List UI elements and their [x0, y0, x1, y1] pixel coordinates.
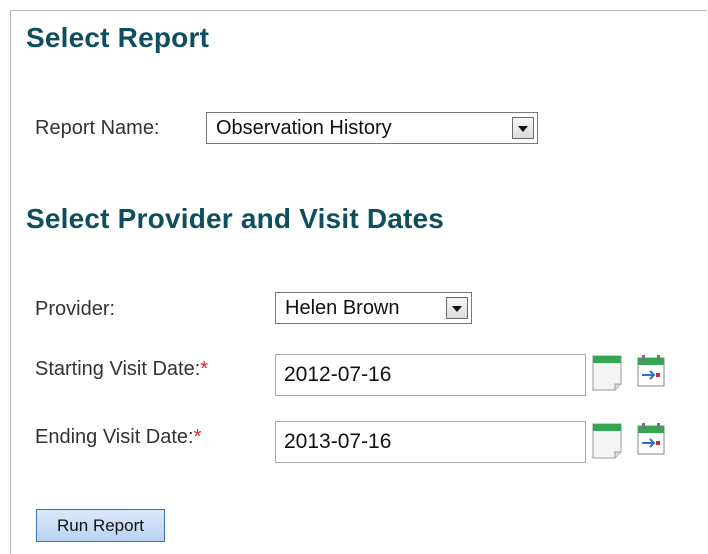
select-provider-heading: Select Provider and Visit Dates [26, 203, 445, 234]
provider-select[interactable]: Helen Brown [275, 292, 472, 324]
calendar-icon[interactable] [590, 420, 624, 460]
provider-label: Provider: [35, 298, 116, 320]
required-marker: * [200, 358, 209, 380]
calendar-today-icon[interactable] [634, 352, 668, 392]
chevron-down-icon[interactable] [446, 297, 468, 319]
end-date-label-text: Ending Visit Date: [35, 426, 194, 448]
required-marker: * [193, 426, 202, 448]
report-panel [10, 10, 707, 554]
start-date-label-text: Starting Visit Date: [35, 358, 201, 380]
end-date-label: Ending Visit Date:* [35, 426, 201, 449]
run-report-button[interactable]: Run Report [36, 509, 165, 542]
chevron-down-icon[interactable] [512, 117, 534, 139]
start-date-input[interactable] [275, 354, 586, 396]
provider-value: Helen Brown [285, 297, 400, 319]
select-report-heading: Select Report [26, 22, 210, 53]
calendar-icon[interactable] [590, 352, 624, 392]
report-name-label: Report Name: [35, 117, 160, 139]
report-name-select[interactable]: Observation History [206, 112, 538, 144]
end-date-input[interactable] [275, 421, 586, 463]
start-date-label: Starting Visit Date:* [35, 358, 208, 381]
calendar-today-icon[interactable] [634, 420, 668, 460]
report-name-value: Observation History [216, 117, 392, 139]
